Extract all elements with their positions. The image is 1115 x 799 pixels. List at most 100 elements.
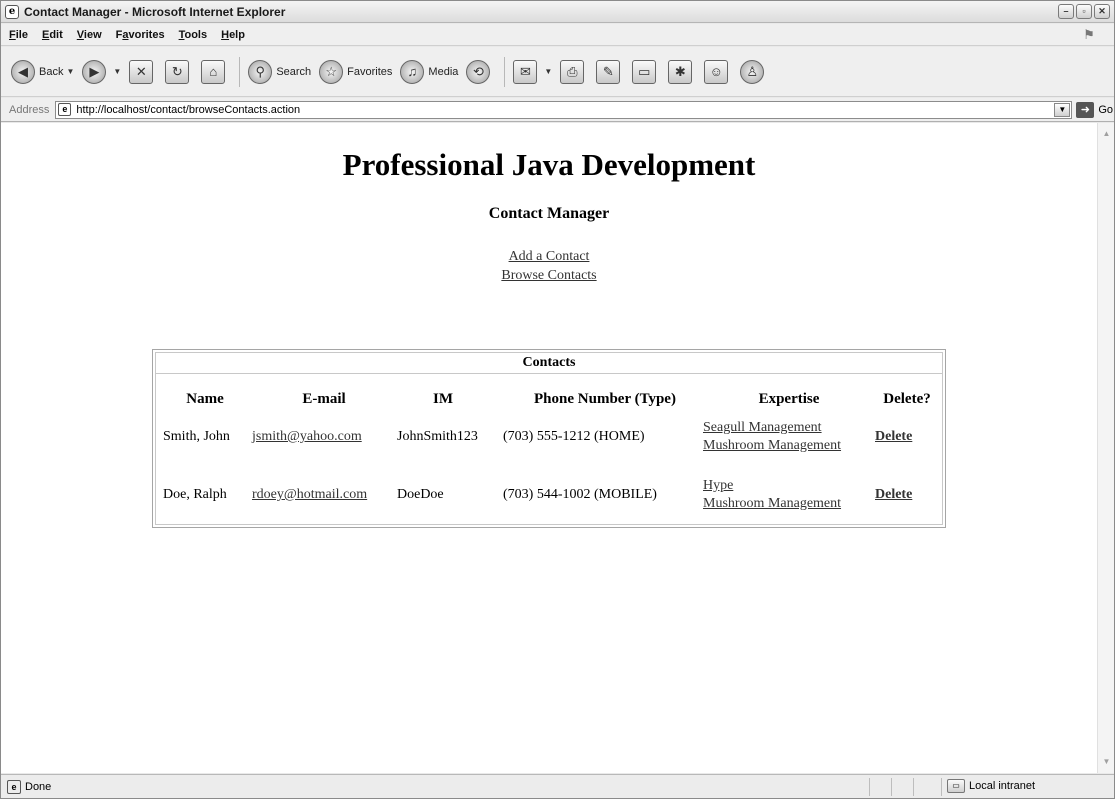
close-button[interactable]: ✕ [1094,4,1110,19]
mail-button[interactable]: ✉ ▼ [513,59,552,84]
status-panel-divider [913,778,914,796]
menu-file-rest: ile [15,28,28,41]
menu-file-accel: F [9,28,16,41]
discuss-button[interactable]: ▭ [632,59,660,84]
user-icon: ♙ [740,59,765,84]
go-button[interactable]: ➜ Go [1076,101,1113,118]
header-expertise: Expertise [758,391,820,407]
menu-bar: File Edit View Favorites Tools Help ⚑ [1,24,1114,46]
cell-email: rdoey@hotmail.com [252,486,367,504]
menu-help-accel: H [221,28,230,41]
research-icon: ✱ [668,59,693,84]
cell-phone: (703) 555-1212 (HOME) [503,429,645,444]
header-email: E-mail [302,391,346,407]
nav-links: Add a Contact Browse Contacts [1,247,1097,285]
expertise-link[interactable]: Mushroom Management [703,438,841,453]
forward-arrow-icon: ▶ [82,59,107,84]
toolbar-separator [239,56,241,87]
search-label: Search [276,65,312,78]
ie-logo-icon: e [5,4,19,19]
status-text: Done [25,780,52,793]
star-icon: ☆ [319,59,344,84]
print-button[interactable]: ⎙ [560,59,588,84]
header-phone: Phone Number (Type) [534,391,676,407]
favorites-label: Favorites [347,65,393,78]
windows-flag-icon: ⚑ [1083,27,1095,42]
cell-delete: Delete [875,428,912,446]
scroll-down-icon[interactable]: ▼ [1099,755,1114,769]
user-button[interactable]: ♙ [740,59,768,84]
header-name: Name [186,391,224,407]
scroll-up-icon[interactable]: ▲ [1099,127,1114,141]
vertical-scrollbar[interactable]: ▲ ▼ [1097,123,1114,773]
cell-name: Doe, Ralph [163,487,227,502]
address-bar: Address e http://localhost/contact/brows… [1,98,1114,122]
discuss-icon: ▭ [632,59,657,84]
search-icon: ⚲ [248,59,273,84]
delete-link[interactable]: Delete [875,487,912,502]
email-link[interactable]: jsmith@yahoo.com [252,429,362,444]
status-panel-divider [941,778,942,796]
zone-label: Local intranet [969,780,1036,792]
add-contact-link[interactable]: Add a Contact [1,247,1097,266]
header-delete: Delete? [883,391,931,407]
menu-help-rest: elp [229,28,245,41]
cell-im: DoeDoe [397,487,444,502]
expertise-link[interactable]: Mushroom Management [703,496,841,511]
cell-expertise: Seagull Management Mushroom Management [703,419,841,455]
delete-link[interactable]: Delete [875,429,912,444]
research-button[interactable]: ✱ [668,59,696,84]
menu-view-accel: V [76,28,84,41]
cell-name: Smith, John [163,429,230,444]
contacts-table: Contacts Name E-mail IM Phone Number (Ty… [152,349,946,528]
browse-contacts-link[interactable]: Browse Contacts [1,266,1097,285]
menu-help[interactable]: Help [221,29,245,41]
stop-button[interactable]: ✕ [129,59,157,84]
expertise-link[interactable]: Hype [703,478,733,493]
messenger-button[interactable]: ☺ [704,59,732,84]
cell-delete: Delete [875,486,912,504]
media-button[interactable]: ♫ Media [400,59,459,84]
intranet-icon: ▭ [947,779,965,793]
email-link[interactable]: rdoey@hotmail.com [252,487,367,502]
back-arrow-icon: ◀ [11,59,35,84]
edit-button[interactable]: ✎ [596,59,624,84]
home-icon: ⌂ [201,59,226,84]
menu-tools[interactable]: Tools [179,29,208,41]
page-done-icon: e [7,779,21,794]
address-url: http://localhost/contact/browseContacts.… [76,103,301,116]
toolbar-separator [504,56,506,87]
menu-tools-rest: ools [184,28,208,41]
title-bar: e Contact Manager - Microsoft Internet E… [1,1,1114,23]
forward-dropdown-icon[interactable]: ▼ [113,67,121,76]
home-button[interactable]: ⌂ [201,59,229,84]
printer-icon: ⎙ [560,59,585,84]
stop-icon: ✕ [129,59,154,84]
back-button[interactable]: ◀ Back ▼ [11,59,74,84]
mail-dropdown-icon[interactable]: ▼ [544,67,552,76]
status-panel-divider [869,778,870,796]
favorites-button[interactable]: ☆ Favorites [319,59,393,84]
address-input[interactable]: e http://localhost/contact/browseContact… [55,100,1073,119]
messenger-icon: ☺ [704,59,729,84]
expertise-link[interactable]: Seagull Management [703,420,822,435]
back-dropdown-icon[interactable]: ▼ [66,67,74,76]
media-label: Media [428,65,459,78]
menu-view-rest: iew [83,28,102,41]
status-bar: e Done ▭ Local intranet [1,774,1114,798]
menu-view[interactable]: View [77,29,102,41]
forward-button[interactable]: ▶ ▼ [82,59,121,84]
history-button[interactable]: ⟲ [466,59,494,84]
minimize-button[interactable]: – [1058,4,1074,19]
page-subtitle: Contact Manager [488,205,610,222]
cell-expertise: Hype Mushroom Management [703,477,841,513]
menu-edit[interactable]: Edit [42,29,63,41]
menu-favorites[interactable]: Favorites [116,29,165,41]
search-button[interactable]: ⚲ Search [248,59,312,84]
address-dropdown-icon[interactable]: ▼ [1054,102,1071,117]
refresh-button[interactable]: ↻ [165,59,193,84]
cell-phone: (703) 544-1002 (MOBILE) [503,487,657,502]
maximize-button[interactable]: ▫ [1076,4,1092,19]
menu-file[interactable]: File [9,29,28,41]
menu-edit-rest: dit [49,28,63,41]
